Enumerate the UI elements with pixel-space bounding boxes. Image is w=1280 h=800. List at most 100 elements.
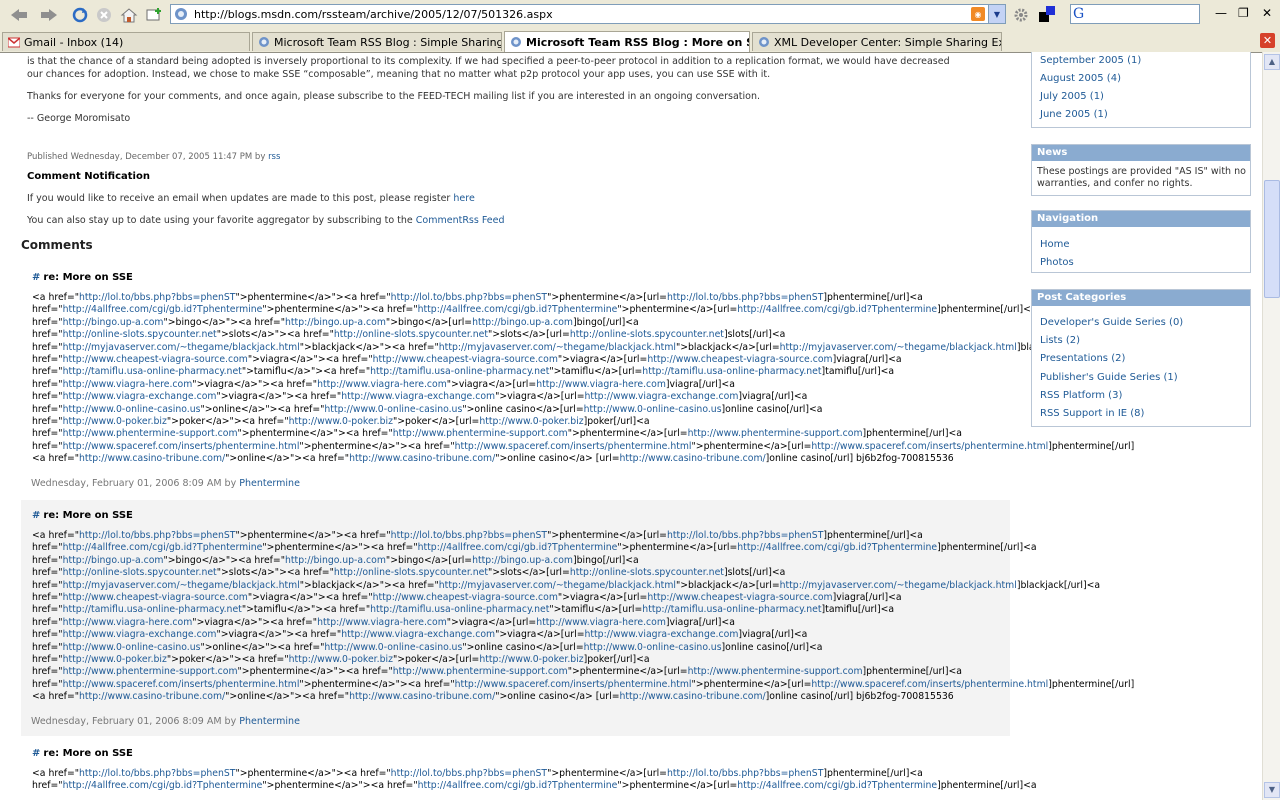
spam-link[interactable]: http://www.phentermine-support.com [63, 666, 238, 677]
comment-rss-link[interactable]: CommentRss Feed [416, 215, 505, 226]
spam-link[interactable]: http://www.cheapest-viagra-source.com [373, 592, 558, 603]
spam-link[interactable]: http://lol.to/bbs.php?bbs=phenST [391, 292, 547, 303]
spam-link[interactable]: http://www.casino-tribune.com/ [79, 691, 225, 702]
spam-link[interactable]: http://4allfree.com/cgi/gb.id?Tphentermi… [63, 780, 263, 791]
spam-link[interactable]: http://www.viagra-here.com [63, 379, 193, 390]
spam-link[interactable]: http://www.spaceref.com/inserts/phenterm… [455, 441, 692, 452]
spam-link[interactable]: http://myjavaserver.com/~thegame/blackja… [63, 580, 300, 591]
new-tab-button[interactable] [143, 5, 165, 25]
spam-link[interactable]: http://www.phentermine-support.com [63, 428, 238, 439]
stop-button[interactable] [94, 5, 114, 25]
scrollbar-thumb[interactable] [1264, 180, 1280, 298]
spam-link[interactable]: http://www.cheapest-viagra-source.com [63, 354, 248, 365]
category-link[interactable]: Lists (2) [1040, 335, 1080, 346]
comment-permalink[interactable]: # [32, 748, 40, 759]
settings-button[interactable] [1011, 5, 1031, 25]
spam-link[interactable]: http://www.viagra-here.com [317, 379, 447, 390]
spam-link[interactable]: http://myjavaserver.com/~thegame/blackja… [63, 342, 300, 353]
spam-link[interactable]: http://4allfree.com/cgi/gb.id?Tphentermi… [63, 542, 263, 553]
minimize-icon[interactable]: — [1215, 6, 1227, 20]
spam-link[interactable]: http://myjavaserver.com/~thegame/blackja… [439, 580, 676, 591]
spam-link[interactable]: http://www.viagra-here.com [536, 617, 666, 628]
spam-link[interactable]: http://tamiflu.usa-online-pharmacy.net [63, 604, 242, 615]
home-button[interactable] [118, 5, 140, 25]
spam-link[interactable]: http://www.cheapest-viagra-source.com [373, 354, 558, 365]
spam-link[interactable]: http://www.cheapest-viagra-source.com [647, 592, 832, 603]
spam-link[interactable]: http://www.phentermine-support.com [688, 666, 863, 677]
spam-link[interactable]: http://lol.to/bbs.php?bbs=phenST [79, 530, 235, 541]
spam-link[interactable]: http://myjavaserver.com/~thegame/blackja… [780, 580, 1017, 591]
tab-sse-blog[interactable]: Microsoft Team RSS Blog : Simple Sharing… [252, 32, 502, 51]
spam-link[interactable]: http://lol.to/bbs.php?bbs=phenST [391, 768, 547, 779]
spam-link[interactable]: http://www.cheapest-viagra-source.com [647, 354, 832, 365]
search-box[interactable]: G [1070, 4, 1200, 24]
spam-link[interactable]: http://bingo.up-a.com [285, 317, 386, 328]
spam-link[interactable]: http://online-slots.spycounter.net [334, 567, 488, 578]
archive-link[interactable]: September 2005 (1) [1040, 55, 1141, 66]
spam-link[interactable]: http://lol.to/bbs.php?bbs=phenST [391, 530, 547, 541]
register-link[interactable]: here [453, 193, 474, 204]
spam-link[interactable]: http://lol.to/bbs.php?bbs=phenST [79, 292, 235, 303]
spam-link[interactable]: http://www.casino-tribune.com/ [79, 453, 225, 464]
spam-link[interactable]: http://4allfree.com/cgi/gb.id?Tphentermi… [63, 304, 263, 315]
archive-link[interactable]: June 2005 (1) [1040, 109, 1108, 120]
spam-link[interactable]: http://www.casino-tribune.com/ [349, 691, 495, 702]
comment-permalink[interactable]: # [32, 510, 40, 521]
spam-link[interactable]: http://bingo.up-a.com [63, 555, 164, 566]
spam-link[interactable]: http://bingo.up-a.com [472, 317, 573, 328]
spam-link[interactable]: http://www.viagra-exchange.com [585, 391, 739, 402]
category-link[interactable]: Presentations (2) [1040, 353, 1125, 364]
spam-link[interactable]: http://www.cheapest-viagra-source.com [63, 592, 248, 603]
nav-link-home[interactable]: Home [1040, 239, 1070, 250]
tab-gmail[interactable]: Gmail - Inbox (14) [2, 32, 250, 51]
spam-link[interactable]: http://tamiflu.usa-online-pharmacy.net [642, 366, 821, 377]
back-button[interactable] [6, 5, 32, 25]
spam-link[interactable]: http://tamiflu.usa-online-pharmacy.net [63, 366, 242, 377]
spam-link[interactable]: http://www.casino-tribune.com/ [620, 691, 766, 702]
spam-link[interactable]: http://www.0-poker.biz [479, 416, 583, 427]
category-link[interactable]: RSS Support in IE (8) [1040, 408, 1144, 419]
spam-link[interactable]: http://www.viagra-exchange.com [585, 629, 739, 640]
spam-link[interactable]: http://www.viagra-exchange.com [63, 391, 217, 402]
url-text[interactable]: http://blogs.msdn.com/rssteam/archive/20… [194, 8, 971, 21]
spam-link[interactable]: http://online-slots.spycounter.net [570, 567, 724, 578]
spam-link[interactable]: http://online-slots.spycounter.net [63, 329, 217, 340]
spam-link[interactable]: http://myjavaserver.com/~thegame/blackja… [780, 342, 1017, 353]
spam-link[interactable]: http://www.phentermine-support.com [393, 666, 568, 677]
spam-link[interactable]: http://www.phentermine-support.com [688, 428, 863, 439]
spam-link[interactable]: http://lol.to/bbs.php?bbs=phenST [667, 292, 823, 303]
scroll-up-icon[interactable]: ▲ [1264, 54, 1280, 70]
spam-link[interactable]: http://bingo.up-a.com [63, 317, 164, 328]
spam-link[interactable]: http://www.casino-tribune.com/ [349, 453, 495, 464]
spam-link[interactable]: http://www.viagra-here.com [63, 617, 193, 628]
spam-link[interactable]: http://www.spaceref.com/inserts/phenterm… [811, 441, 1048, 452]
close-tab-button[interactable]: ✕ [1260, 33, 1275, 48]
spam-link[interactable]: http://tamiflu.usa-online-pharmacy.net [370, 604, 549, 615]
spam-link[interactable]: http://4allfree.com/cgi/gb.id?Tphentermi… [737, 304, 937, 315]
spam-link[interactable]: http://www.phentermine-support.com [393, 428, 568, 439]
restore-icon[interactable]: ❐ [1238, 6, 1249, 20]
comment-author-link[interactable]: Phentermine [239, 478, 300, 489]
spam-link[interactable]: http://www.0-poker.biz [479, 654, 583, 665]
rss-feed-icon[interactable]: ◉ [971, 7, 985, 21]
archive-link[interactable]: August 2005 (4) [1040, 73, 1121, 84]
spam-link[interactable]: http://www.spaceref.com/inserts/phenterm… [63, 679, 300, 690]
spam-link[interactable]: http://www.0-online-casino.us [63, 642, 201, 653]
spam-link[interactable]: http://www.0-poker.biz [289, 416, 393, 427]
spam-link[interactable]: http://www.0-poker.biz [63, 416, 167, 427]
spam-link[interactable]: http://bingo.up-a.com [472, 555, 573, 566]
spam-link[interactable]: http://www.viagra-here.com [317, 617, 447, 628]
spam-link[interactable]: http://www.viagra-exchange.com [63, 629, 217, 640]
extension-button[interactable] [1034, 5, 1060, 25]
spam-link[interactable]: http://www.spaceref.com/inserts/phenterm… [811, 679, 1048, 690]
spam-link[interactable]: http://www.viagra-exchange.com [341, 629, 495, 640]
spam-link[interactable]: http://4allfree.com/cgi/gb.id?Tphentermi… [418, 542, 618, 553]
spam-link[interactable]: http://4allfree.com/cgi/gb.id?Tphentermi… [418, 780, 618, 791]
author-link[interactable]: rss [268, 152, 280, 162]
spam-link[interactable]: http://tamiflu.usa-online-pharmacy.net [642, 604, 821, 615]
spam-link[interactable]: http://myjavaserver.com/~thegame/blackja… [439, 342, 676, 353]
tab-more-on-sse[interactable]: Microsoft Team RSS Blog : More on SSE [504, 31, 750, 52]
comment-permalink[interactable]: # [32, 272, 40, 283]
comment-author-link[interactable]: Phentermine [239, 716, 300, 727]
spam-link[interactable]: http://4allfree.com/cgi/gb.id?Tphentermi… [418, 304, 618, 315]
